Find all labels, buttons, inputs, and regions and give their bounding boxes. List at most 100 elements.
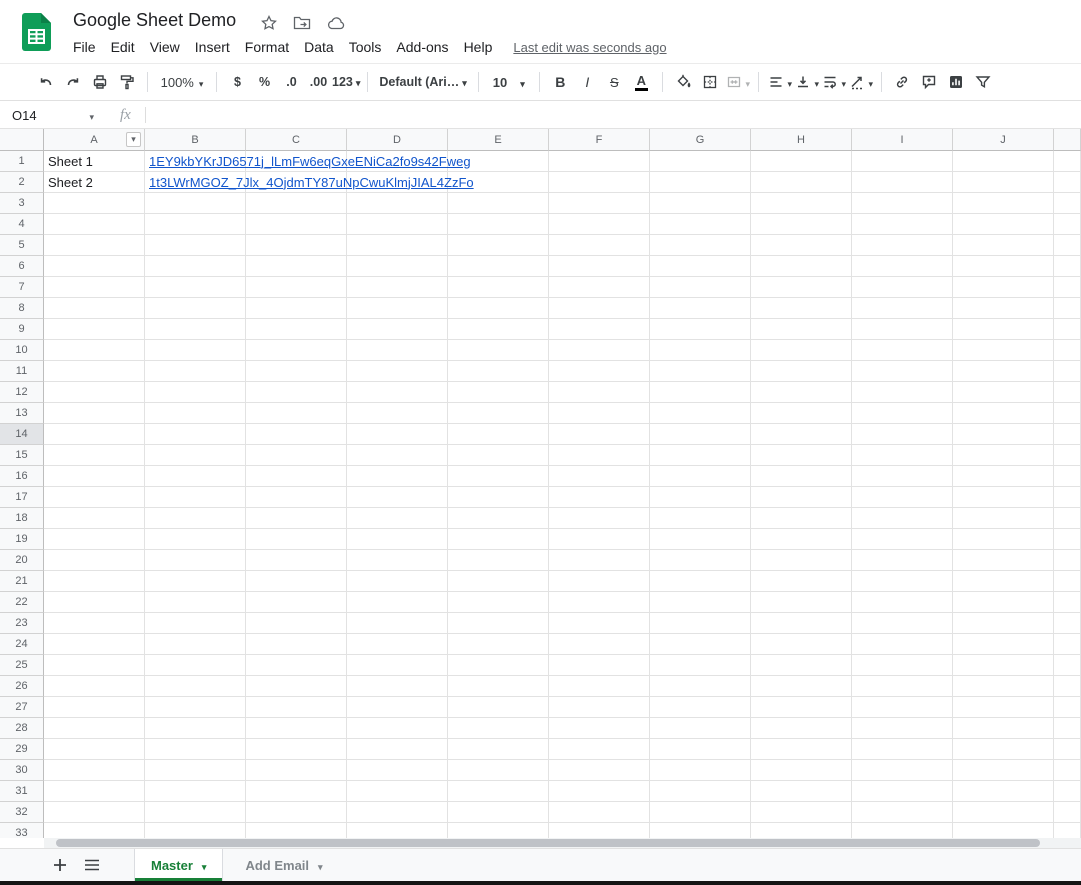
row-header-10[interactable]: 10	[0, 340, 44, 361]
column-header-partial[interactable]	[1054, 129, 1081, 151]
cell-B19[interactable]	[145, 529, 246, 550]
cell-K16[interactable]	[1054, 466, 1081, 487]
cell-B20[interactable]	[145, 550, 246, 571]
cell-I13[interactable]	[852, 403, 953, 424]
cell-J11[interactable]	[953, 361, 1054, 382]
cell-D7[interactable]	[347, 277, 448, 298]
cell-G20[interactable]	[650, 550, 751, 571]
cell-H5[interactable]	[751, 235, 852, 256]
cell-C31[interactable]	[246, 781, 347, 802]
row-header-6[interactable]: 6	[0, 256, 44, 277]
cell-J16[interactable]	[953, 466, 1054, 487]
cell-I17[interactable]	[852, 487, 953, 508]
column-header-E[interactable]: E	[448, 129, 549, 151]
row-header-15[interactable]: 15	[0, 445, 44, 466]
cell-G11[interactable]	[650, 361, 751, 382]
cell-B22[interactable]	[145, 592, 246, 613]
select-all-corner[interactable]	[0, 129, 44, 151]
cell-B10[interactable]	[145, 340, 246, 361]
vertical-align-button[interactable]	[793, 69, 820, 95]
format-percent-button[interactable]: %	[251, 69, 278, 95]
row-header-22[interactable]: 22	[0, 592, 44, 613]
cell-G32[interactable]	[650, 802, 751, 823]
cell-H19[interactable]	[751, 529, 852, 550]
cell-A30[interactable]	[44, 760, 145, 781]
cell-E15[interactable]	[448, 445, 549, 466]
cell-J13[interactable]	[953, 403, 1054, 424]
cell-K25[interactable]	[1054, 655, 1081, 676]
cell-B23[interactable]	[145, 613, 246, 634]
cell-B7[interactable]	[145, 277, 246, 298]
cell-I31[interactable]	[852, 781, 953, 802]
text-wrap-button[interactable]	[820, 69, 847, 95]
cell-E24[interactable]	[448, 634, 549, 655]
cell-A20[interactable]	[44, 550, 145, 571]
row-header-29[interactable]: 29	[0, 739, 44, 760]
cell-D15[interactable]	[347, 445, 448, 466]
cell-C32[interactable]	[246, 802, 347, 823]
decrease-decimal-button[interactable]: .0	[278, 69, 305, 95]
cell-G31[interactable]	[650, 781, 751, 802]
cell-C11[interactable]	[246, 361, 347, 382]
cell-A12[interactable]	[44, 382, 145, 403]
cell-A25[interactable]	[44, 655, 145, 676]
cell-E18[interactable]	[448, 508, 549, 529]
cell-K33[interactable]	[1054, 823, 1081, 838]
cell-D14[interactable]	[347, 424, 448, 445]
cell-J32[interactable]	[953, 802, 1054, 823]
cell-H10[interactable]	[751, 340, 852, 361]
cell-G24[interactable]	[650, 634, 751, 655]
cell-J30[interactable]	[953, 760, 1054, 781]
cell-K9[interactable]	[1054, 319, 1081, 340]
cell-B3[interactable]	[145, 193, 246, 214]
zoom-select[interactable]: 100%	[155, 69, 209, 95]
cell-I15[interactable]	[852, 445, 953, 466]
cell-J29[interactable]	[953, 739, 1054, 760]
cell-G7[interactable]	[650, 277, 751, 298]
cell-E28[interactable]	[448, 718, 549, 739]
cell-C7[interactable]	[246, 277, 347, 298]
cell-K30[interactable]	[1054, 760, 1081, 781]
strikethrough-button[interactable]: S	[601, 69, 628, 95]
cell-F11[interactable]	[549, 361, 650, 382]
cell-H17[interactable]	[751, 487, 852, 508]
cell-F24[interactable]	[549, 634, 650, 655]
column-header-A[interactable]: A	[44, 129, 145, 151]
row-header-14[interactable]: 14	[0, 424, 44, 445]
cell-K2[interactable]	[1054, 172, 1081, 193]
cell-C5[interactable]	[246, 235, 347, 256]
cell-K7[interactable]	[1054, 277, 1081, 298]
cell-G19[interactable]	[650, 529, 751, 550]
cell-E10[interactable]	[448, 340, 549, 361]
cell-B32[interactable]	[145, 802, 246, 823]
cell-H3[interactable]	[751, 193, 852, 214]
cell-B11[interactable]	[145, 361, 246, 382]
cell-I3[interactable]	[852, 193, 953, 214]
cell-G3[interactable]	[650, 193, 751, 214]
cell-C25[interactable]	[246, 655, 347, 676]
cell-E29[interactable]	[448, 739, 549, 760]
cell-G15[interactable]	[650, 445, 751, 466]
cell-B13[interactable]	[145, 403, 246, 424]
cell-K8[interactable]	[1054, 298, 1081, 319]
sheet-tab-master[interactable]: Master	[134, 849, 223, 881]
row-header-1[interactable]: 1	[0, 151, 44, 172]
cell-F2[interactable]	[549, 172, 650, 193]
cell-B26[interactable]	[145, 676, 246, 697]
cell-D25[interactable]	[347, 655, 448, 676]
cell-A2[interactable]: Sheet 2	[44, 172, 145, 193]
cell-I23[interactable]	[852, 613, 953, 634]
row-header-31[interactable]: 31	[0, 781, 44, 802]
column-header-C[interactable]: C	[246, 129, 347, 151]
cell-D22[interactable]	[347, 592, 448, 613]
cell-B1[interactable]: 1EY9kbYKrJD6571j_lLmFw6eqGxeENiCa2fo9s42…	[145, 151, 246, 172]
cell-E7[interactable]	[448, 277, 549, 298]
cell-A23[interactable]	[44, 613, 145, 634]
cell-B24[interactable]	[145, 634, 246, 655]
cell-H21[interactable]	[751, 571, 852, 592]
cell-A33[interactable]	[44, 823, 145, 838]
cell-F21[interactable]	[549, 571, 650, 592]
cell-E14[interactable]	[448, 424, 549, 445]
cell-link[interactable]: 1EY9kbYKrJD6571j_lLmFw6eqGxeENiCa2fo9s42…	[149, 154, 471, 169]
cell-G10[interactable]	[650, 340, 751, 361]
